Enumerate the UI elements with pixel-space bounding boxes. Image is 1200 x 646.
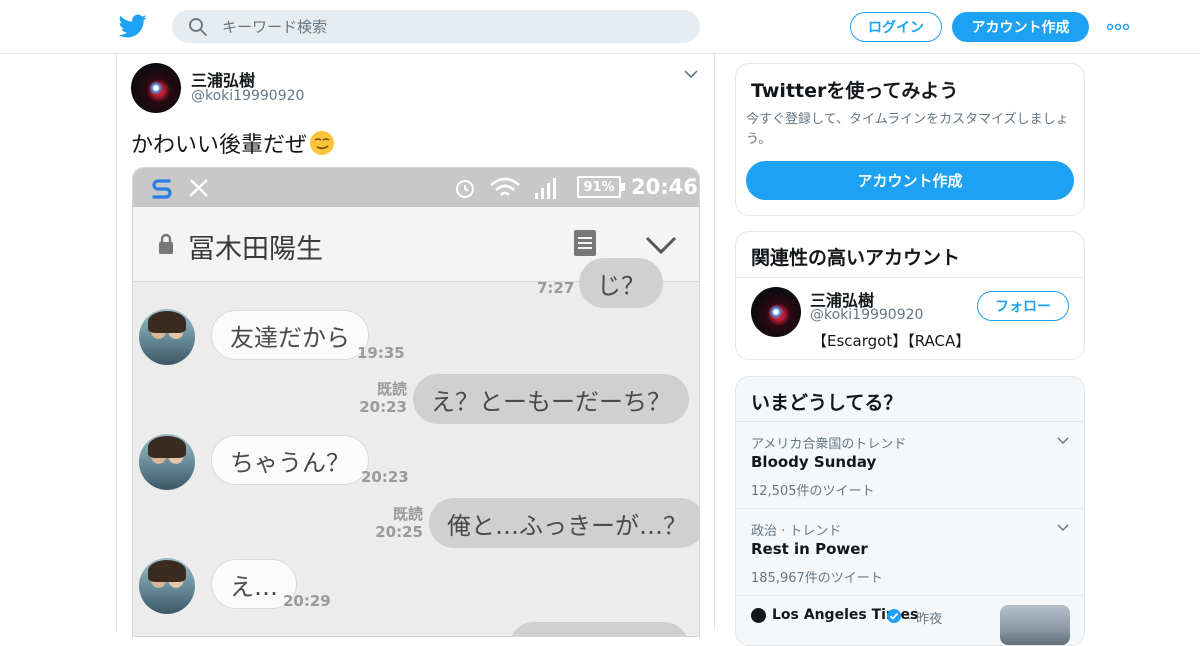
message-bubble-in: 友達だから (211, 310, 369, 360)
battery-indicator: 91% (577, 176, 625, 198)
note-icon (574, 230, 596, 256)
search-input[interactable] (222, 10, 682, 43)
search-icon (189, 18, 207, 36)
tweet-attached-image[interactable]: 91% 20:46 冨木田陽生 じ？ 7:27 友達だから 19:35 既読 2… (132, 167, 700, 637)
read-receipt: 既読 (392, 505, 423, 523)
alarm-icon (456, 180, 474, 198)
top-bar: ログイン アカウント作成 (0, 0, 1200, 54)
tweet-text: かわいい後輩だぜ (131, 127, 335, 159)
signal-icon (535, 178, 556, 199)
related-accounts-title: 関連性の高いアカウント (751, 247, 961, 269)
message-bubble-out: 俺と…ふっきーが…？ (429, 498, 699, 548)
message-bubble-in: ちゃうん？ (211, 435, 369, 485)
follow-button[interactable]: フォロー (977, 291, 1069, 321)
news-source-logo (751, 608, 766, 623)
chat-contact-name: 冨木田陽生 (188, 234, 323, 265)
divider (736, 421, 1084, 422)
search-bar (172, 10, 700, 43)
chevron-down-icon (645, 236, 677, 255)
message-time: 20:23 (359, 398, 407, 416)
verified-badge-icon (887, 609, 901, 623)
smirking-face-emoji-icon (310, 131, 335, 155)
tweet-column: 三浦弘樹 @koki19990920 かわいい後輩だぜ 91% 20:46 冨木… (116, 54, 715, 637)
author-avatar[interactable] (131, 63, 181, 113)
signup-card-button[interactable]: アカウント作成 (746, 161, 1074, 200)
divider (736, 595, 1084, 596)
divider (736, 508, 1084, 509)
divider (736, 277, 1084, 278)
trend-tweet-count: 185,967件のツイート (751, 571, 883, 586)
trend-name[interactable]: Rest in Power (751, 540, 868, 558)
tools-icon (189, 179, 208, 197)
wifi-icon (490, 177, 520, 196)
contact-avatar (139, 558, 195, 614)
trend-category: アメリカ合衆国のトレンド (751, 437, 907, 452)
app-s-icon (152, 179, 172, 199)
contact-avatar (139, 309, 195, 365)
message-time: 20:29 (283, 592, 331, 610)
signup-card: Twitterを使ってみよう 今すぐ登録して、タイムラインをカスタマイズしましょ… (735, 63, 1085, 216)
login-button[interactable]: ログイン (850, 12, 942, 42)
related-account-handle[interactable]: @koki19990920 (810, 307, 923, 323)
chevron-down-icon[interactable] (1056, 436, 1070, 446)
message-time: 19:35 (357, 344, 405, 362)
lock-icon (159, 233, 173, 254)
signup-card-title: Twitterを使ってみよう (751, 80, 959, 102)
signup-button[interactable]: アカウント作成 (952, 12, 1089, 42)
news-timestamp: · 昨夜 (908, 612, 943, 627)
tweet-text-body: かわいい後輩だぜ (131, 133, 308, 158)
twitter-bird-icon[interactable] (118, 12, 148, 40)
message-time: 7:27 (537, 279, 575, 297)
author-handle[interactable]: @koki19990920 (191, 88, 304, 104)
read-receipt: 既読 (376, 380, 407, 398)
related-account-avatar[interactable] (751, 287, 801, 337)
message-time: 20:25 (375, 523, 423, 541)
contact-avatar (139, 434, 195, 490)
chat-messages: じ？ 7:27 友達だから 19:35 既読 20:23 え？とーもーだーち？ … (133, 258, 699, 636)
trends-title: いまどうしてる？ (751, 392, 903, 414)
message-bubble-out: じ？ (579, 258, 663, 308)
signup-card-description: 今すぐ登録して、タイムラインをカスタマイズしましょう。 (746, 112, 1069, 147)
message-bubble-out: え？とーもーだーち？ (413, 374, 689, 424)
chevron-down-icon[interactable] (683, 68, 699, 80)
message-time: 20:23 (361, 468, 409, 486)
more-options-icon[interactable] (1106, 20, 1130, 34)
trend-category: 政治 · トレンド (751, 524, 842, 539)
trends-card: いまどうしてる？ アメリカ合衆国のトレンド Bloody Sunday 12,5… (735, 376, 1085, 646)
phone-clock: 20:46 (631, 175, 698, 199)
trend-tweet-count: 12,505件のツイート (751, 484, 875, 499)
chevron-down-icon[interactable] (1056, 523, 1070, 533)
phone-status-bar: 91% 20:46 (133, 168, 699, 207)
trend-name[interactable]: Bloody Sunday (751, 453, 876, 471)
related-account-bio: 【Escargot】【RACA】 (812, 332, 971, 350)
news-thumbnail[interactable] (1000, 605, 1070, 645)
related-accounts-card: 関連性の高いアカウント 三浦弘樹 @koki19990920 【Escargot… (735, 231, 1085, 360)
